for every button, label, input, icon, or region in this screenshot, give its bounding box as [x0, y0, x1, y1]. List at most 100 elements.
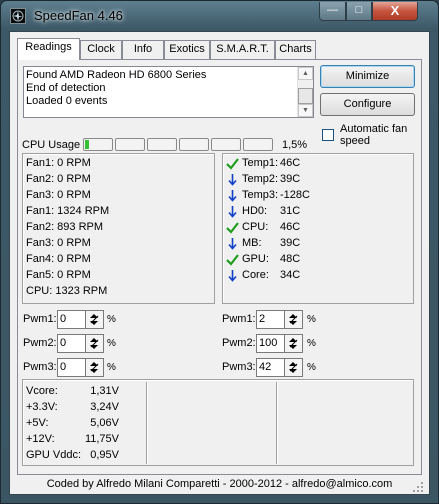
pwm-value: 42 — [259, 361, 272, 373]
tab-readings[interactable]: Readings — [17, 38, 80, 60]
maximize-window-button[interactable]: □ — [346, 2, 372, 21]
fan-reading: CPU: 1323 RPM — [26, 285, 108, 297]
temperature-label: Temp3: — [242, 189, 279, 201]
tab-exotics[interactable]: Exotics — [164, 40, 210, 59]
tab-label: S.M.A.R.T. — [216, 43, 269, 55]
pwm-value: 2 — [259, 313, 266, 325]
temperature-label: Core: — [242, 269, 269, 281]
tab-charts[interactable]: Charts — [275, 40, 316, 59]
tab-label: Readings — [25, 41, 72, 53]
title-bar[interactable]: SpeedFan 4.46 — □ X — [1, 1, 438, 31]
temperature-label: Temp1: — [242, 157, 279, 169]
voltage-label: +12V: — [26, 433, 55, 445]
temperature-value: 39C — [280, 173, 301, 185]
pwm-value: 0 — [60, 337, 67, 349]
pwm-label: Pwm3: — [23, 361, 57, 373]
pwm3-spinner[interactable]: 0 — [57, 358, 104, 377]
pwm-label: Pwm2: — [222, 337, 256, 349]
close-icon: X — [390, 3, 400, 18]
fan-reading: Fan5: 0 RPM — [26, 269, 91, 281]
pwm1-spinner-right[interactable]: 2 — [256, 310, 303, 329]
spin-arrows-icon[interactable] — [284, 335, 302, 352]
pwm-unit: % — [307, 338, 316, 349]
fans-panel: Fan1: 0 RPM Fan2: 0 RPM Fan3: 0 RPM Fan1… — [22, 153, 215, 304]
tab-info[interactable]: Info — [122, 40, 164, 59]
minimize-window-button[interactable]: — — [319, 2, 346, 21]
fan-reading: Fan2: 893 RPM — [26, 221, 104, 233]
fan-reading: Fan2: 0 RPM — [26, 173, 91, 185]
log-line: Found AMD Radeon HD 6800 Series — [26, 69, 207, 81]
spin-arrows-icon[interactable] — [85, 335, 103, 352]
temperature-value: -128C — [280, 189, 310, 201]
fan-reading: Fan4: 0 RPM — [26, 253, 91, 265]
event-log[interactable]: Found AMD Radeon HD 6800 Series End of d… — [23, 66, 314, 118]
pwm2-spinner[interactable]: 0 — [57, 334, 104, 353]
temperature-value: 34C — [280, 269, 301, 281]
maximize-icon: □ — [355, 4, 363, 16]
temperatures-panel: Temp1: 46C Temp2: 39C Temp3: -128C HD0: 31C CPU:… — [222, 153, 414, 304]
voltage-label: +3.3V: — [26, 401, 58, 413]
configure-button[interactable]: Configure — [320, 93, 415, 116]
temperature-label: Temp2: — [242, 173, 279, 185]
pwm-unit: % — [107, 314, 116, 325]
pwm3-spinner-right[interactable]: 42 — [256, 358, 303, 377]
pwm-value: 0 — [60, 313, 67, 325]
pwm1-spinner[interactable]: 0 — [57, 310, 104, 329]
pwm-unit: % — [107, 362, 116, 373]
app-window: SpeedFan 4.46 — □ X Readings Clock Info … — [0, 0, 439, 504]
fan-reading: Fan3: 0 RPM — [26, 189, 91, 201]
arrow-down-icon — [228, 238, 237, 250]
fan-reading: Fan1: 1324 RPM — [26, 205, 110, 217]
voltage-column-divider — [146, 382, 147, 464]
tab-label: Info — [133, 43, 153, 55]
cpu-usage-percent: 1,5% — [282, 139, 308, 151]
temperature-value: 31C — [280, 205, 301, 217]
voltage-column-divider — [276, 382, 277, 464]
pwm-label: Pwm3: — [222, 361, 256, 373]
cpu-usage-segment — [115, 138, 145, 151]
cpu-usage-label: CPU Usage — [22, 139, 81, 151]
temperature-label: CPU: — [242, 221, 269, 233]
close-window-button[interactable]: X — [372, 2, 418, 21]
log-line: End of detection — [26, 82, 106, 94]
cpu-usage-fill — [85, 140, 89, 149]
spin-arrows-icon[interactable] — [85, 311, 103, 328]
arrow-down-icon — [228, 190, 237, 202]
tab-label: Charts — [279, 43, 312, 55]
scroll-up-icon[interactable]: ▲ — [298, 67, 313, 80]
tab-clock[interactable]: Clock — [80, 40, 122, 59]
client-area: Readings Clock Info Exotics S.M.A.R.T. C… — [9, 31, 430, 495]
cpu-usage-segment — [83, 138, 113, 151]
status-bar: Coded by Alfredo Milani Comparetti - 200… — [13, 475, 426, 493]
temperature-value: 46C — [280, 221, 301, 233]
resize-grip-icon[interactable] — [412, 481, 424, 493]
automatic-fan-speed-label: Automatic fan speed — [340, 123, 415, 147]
log-line: Loaded 0 events — [26, 95, 108, 107]
minimize-icon: — — [327, 4, 338, 16]
temperature-label: GPU: — [242, 253, 269, 265]
minimize-button[interactable]: Minimize — [320, 65, 415, 88]
pwm-value: 0 — [60, 361, 67, 373]
voltage-value: 3,24V — [90, 401, 119, 413]
voltage-value: 11,75V — [84, 433, 119, 445]
fan-reading: Fan1: 0 RPM — [26, 157, 91, 169]
scroll-down-icon[interactable]: ▼ — [298, 104, 313, 117]
tab-smart[interactable]: S.M.A.R.T. — [210, 40, 275, 59]
status-text: Coded by Alfredo Milani Comparetti - 200… — [46, 478, 393, 490]
speedfan-app-icon[interactable] — [10, 8, 26, 24]
log-scrollbar[interactable]: ▲ ▼ — [297, 67, 313, 117]
pwm-unit: % — [307, 314, 316, 325]
automatic-fan-speed-checkbox[interactable] — [322, 129, 334, 141]
temperature-value: 39C — [280, 237, 301, 249]
check-icon — [226, 222, 239, 234]
cpu-usage-segment — [243, 138, 273, 151]
spin-arrows-icon[interactable] — [85, 359, 103, 376]
scroll-thumb[interactable] — [298, 88, 313, 104]
spin-arrows-icon[interactable] — [284, 359, 302, 376]
check-icon — [226, 254, 239, 266]
pwm-label: Pwm2: — [23, 337, 57, 349]
pwm-label: Pwm1: — [222, 313, 256, 325]
fan-reading: Fan3: 0 RPM — [26, 237, 91, 249]
pwm2-spinner-right[interactable]: 100 — [256, 334, 303, 353]
spin-arrows-icon[interactable] — [284, 311, 302, 328]
